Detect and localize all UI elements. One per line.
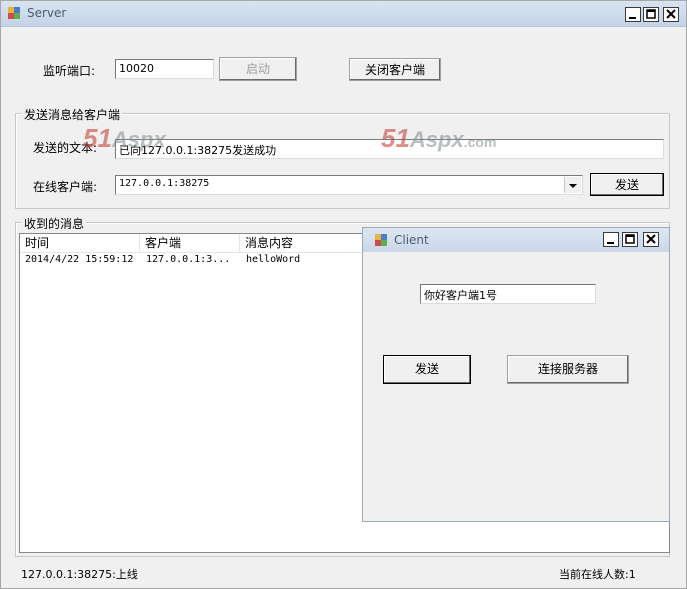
port-input[interactable]: 10020 xyxy=(115,59,214,79)
watermark-logo: 51Aspx xyxy=(83,123,166,153)
maximize-icon[interactable] xyxy=(622,232,638,247)
online-client-select[interactable]: 127.0.0.1:38275 xyxy=(115,175,583,195)
chevron-down-icon[interactable] xyxy=(564,177,581,193)
status-online-count: 当前在线人数:1 xyxy=(559,568,636,581)
send-button[interactable]: 发送 xyxy=(590,173,664,196)
app-icon xyxy=(8,7,20,19)
online-client-label: 在线客户端: xyxy=(33,180,98,194)
client-send-button[interactable]: 发送 xyxy=(383,355,471,384)
close-client-button[interactable]: 关闭客户端 xyxy=(349,58,441,81)
connect-server-button[interactable]: 连接服务器 xyxy=(507,355,629,384)
row-time: 2014/4/22 15:59:12 xyxy=(25,254,134,265)
column-client[interactable]: 客户端 xyxy=(140,234,240,252)
server-titlebar[interactable]: Server xyxy=(1,1,686,27)
online-client-value: 127.0.0.1:38275 xyxy=(119,178,210,189)
column-time[interactable]: 时间 xyxy=(20,234,140,252)
client-window-title: Client xyxy=(394,233,429,247)
watermark-logo: 51Aspx.com xyxy=(381,123,497,153)
window-title: Server xyxy=(27,6,67,20)
row-content: helloWord xyxy=(246,254,301,265)
received-group-title: 收到的消息 xyxy=(22,215,87,232)
close-icon[interactable] xyxy=(663,7,679,22)
minimize-icon[interactable] xyxy=(625,7,641,22)
start-button[interactable]: 启动 xyxy=(219,57,297,81)
server-window: Server 监听端口: 10020 启动 关闭客户端 发送消息给客户端 发送的… xyxy=(0,0,687,589)
close-icon[interactable] xyxy=(643,232,659,247)
row-client: 127.0.0.1:3... xyxy=(146,254,231,265)
app-icon xyxy=(375,234,387,246)
client-window: Client 你好客户端1号 发送 连接服务器 xyxy=(362,227,670,522)
send-group-title: 发送消息给客户端 xyxy=(22,106,123,123)
status-left: 127.0.0.1:38275:上线 xyxy=(21,568,138,581)
minimize-icon[interactable] xyxy=(603,232,619,247)
client-titlebar[interactable]: Client xyxy=(363,228,669,252)
maximize-icon[interactable] xyxy=(643,7,659,22)
port-label: 监听端口: xyxy=(43,64,96,78)
client-message-input[interactable]: 你好客户端1号 xyxy=(420,284,596,304)
